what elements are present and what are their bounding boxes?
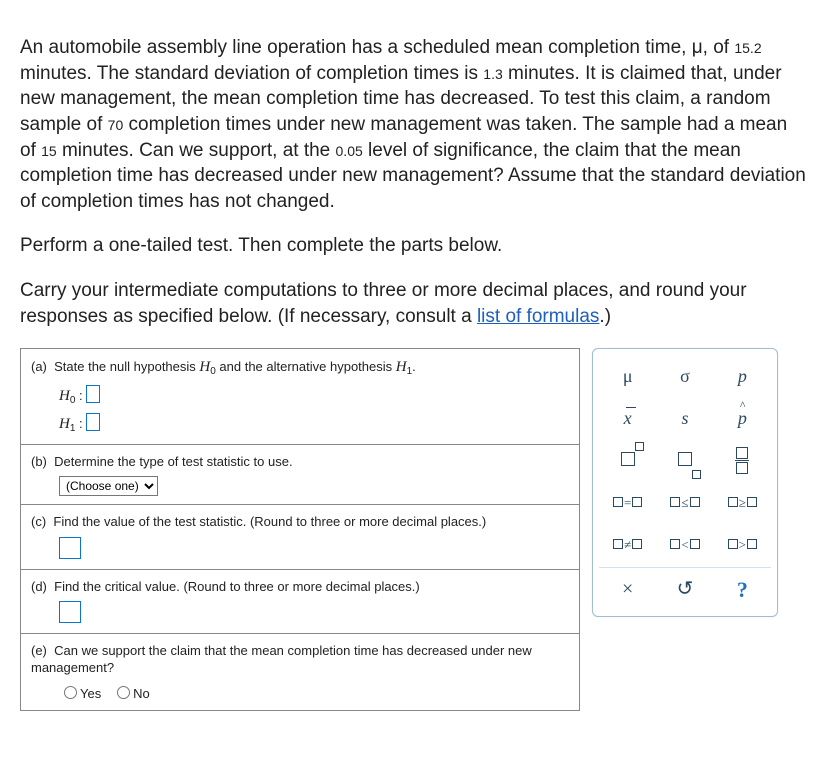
part-tag: (e) bbox=[31, 643, 47, 658]
part-d: (d) Find the critical value. (Round to t… bbox=[21, 570, 579, 634]
part-a-prompt: State the null hypothesis H0 and the alt… bbox=[54, 359, 416, 374]
value-sigma: 1.3 bbox=[483, 66, 502, 82]
part-tag: (d) bbox=[31, 579, 47, 594]
sigma-button[interactable]: σ bbox=[656, 355, 713, 397]
superscript-button[interactable] bbox=[599, 439, 656, 481]
part-a: (a) State the null hypothesis H0 and the… bbox=[21, 349, 579, 445]
value-n: 70 bbox=[108, 117, 124, 133]
mu-button[interactable]: μ bbox=[599, 355, 656, 397]
part-e-prompt: Can we support the claim that the mean c… bbox=[31, 643, 532, 676]
xbar-button[interactable]: x bbox=[599, 397, 656, 439]
part-tag: (c) bbox=[31, 514, 46, 529]
value-xbar: 15 bbox=[41, 143, 57, 159]
fraction-button[interactable] bbox=[714, 439, 771, 481]
lt-button[interactable]: < bbox=[656, 523, 713, 565]
help-icon: ? bbox=[737, 575, 748, 605]
reset-button[interactable]: ↺ bbox=[656, 568, 713, 610]
h0-input[interactable] bbox=[86, 385, 100, 403]
part-e: (e) Can we support the claim that the me… bbox=[21, 634, 579, 711]
part-c: (c) Find the value of the test statistic… bbox=[21, 505, 579, 569]
no-radio[interactable] bbox=[117, 686, 130, 699]
part-tag: (a) bbox=[31, 359, 47, 374]
problem-paragraph-3: Carry your intermediate computations to … bbox=[20, 278, 808, 329]
value-alpha: 0.05 bbox=[336, 143, 363, 159]
part-tag: (b) bbox=[31, 454, 47, 469]
h1-symbol: H bbox=[59, 416, 70, 432]
h0-line: H0 : bbox=[59, 385, 569, 408]
symbol-palette: μ σ p x s p = ≤ ≥ ≠ < > × ↺ ? bbox=[592, 348, 778, 617]
part-c-prompt: Find the value of the test statistic. (R… bbox=[53, 514, 486, 529]
le-button[interactable]: ≤ bbox=[656, 481, 713, 523]
value-mu: 15.2 bbox=[734, 40, 761, 56]
critical-value-input[interactable] bbox=[59, 601, 81, 623]
text: minutes. Can we support, at the bbox=[57, 140, 336, 161]
ge-button[interactable]: ≥ bbox=[714, 481, 771, 523]
h0-symbol: H bbox=[59, 388, 70, 404]
s-button[interactable]: s bbox=[656, 397, 713, 439]
reset-icon: ↺ bbox=[677, 576, 694, 603]
yes-no-group: Yes No bbox=[59, 683, 569, 703]
text: An automobile assembly line operation ha… bbox=[20, 37, 734, 58]
h1-line: H1 : bbox=[59, 413, 569, 436]
part-d-prompt: Find the critical value. (Round to three… bbox=[54, 579, 420, 594]
part-b: (b) Determine the type of test statistic… bbox=[21, 445, 579, 506]
h1-input[interactable] bbox=[86, 413, 100, 431]
text: Carry your intermediate computations to … bbox=[20, 280, 747, 327]
formulas-link[interactable]: list of formulas bbox=[477, 306, 599, 327]
yes-radio[interactable] bbox=[64, 686, 77, 699]
help-button[interactable]: ? bbox=[714, 568, 771, 610]
yes-option[interactable]: Yes bbox=[59, 686, 101, 701]
text: minutes. The standard deviation of compl… bbox=[20, 63, 483, 84]
part-b-prompt: Determine the type of test statistic to … bbox=[54, 454, 292, 469]
close-icon: × bbox=[622, 576, 633, 603]
gt-button[interactable]: > bbox=[714, 523, 771, 565]
test-statistic-select[interactable]: (Choose one) bbox=[59, 476, 158, 496]
work-area: (a) State the null hypothesis H0 and the… bbox=[20, 348, 808, 711]
problem-statement: An automobile assembly line operation ha… bbox=[20, 35, 808, 329]
problem-paragraph-1: An automobile assembly line operation ha… bbox=[20, 35, 808, 214]
test-statistic-input[interactable] bbox=[59, 537, 81, 559]
clear-button[interactable]: × bbox=[599, 568, 656, 610]
phat-button[interactable]: p bbox=[714, 397, 771, 439]
problem-paragraph-2: Perform a one-tailed test. Then complete… bbox=[20, 233, 808, 259]
ne-button[interactable]: ≠ bbox=[599, 523, 656, 565]
no-option[interactable]: No bbox=[112, 686, 150, 701]
subscript-button[interactable] bbox=[656, 439, 713, 481]
answer-panel: (a) State the null hypothesis H0 and the… bbox=[20, 348, 580, 711]
equals-button[interactable]: = bbox=[599, 481, 656, 523]
text: .) bbox=[599, 306, 611, 327]
p-button[interactable]: p bbox=[714, 355, 771, 397]
